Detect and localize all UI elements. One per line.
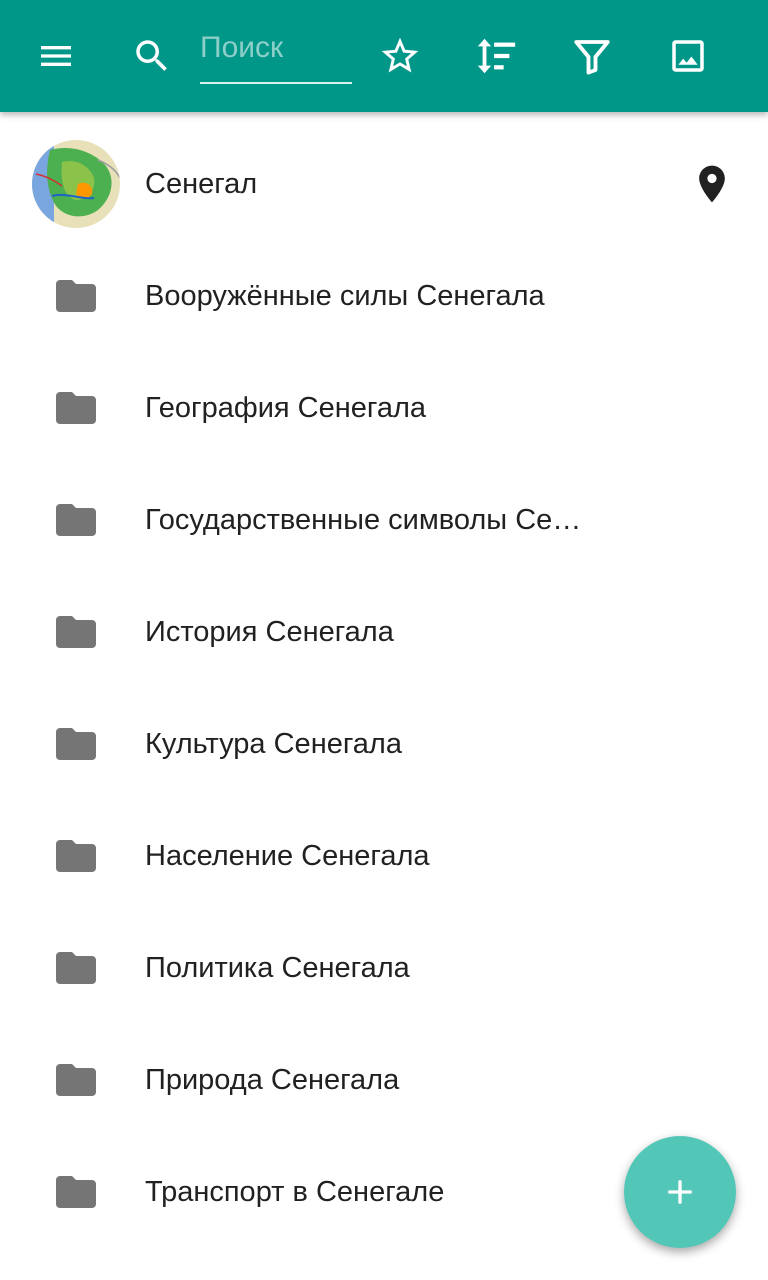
folder-icon bbox=[56, 952, 96, 984]
list-item-category[interactable]: Культура Сенегала bbox=[0, 688, 768, 800]
filter-icon bbox=[574, 40, 610, 75]
list-item-category[interactable]: География Сенегала bbox=[0, 352, 768, 464]
list-item-label: Транспорт в Сенегале bbox=[145, 1176, 445, 1208]
search-field[interactable] bbox=[200, 28, 352, 84]
folder-icon bbox=[56, 280, 96, 312]
list-item-label: География Сенегала bbox=[145, 392, 427, 424]
search-input[interactable] bbox=[200, 28, 352, 68]
folder-icon bbox=[56, 1176, 96, 1208]
list-item-category[interactable]: Вооружённые силы Сенегала bbox=[0, 240, 768, 352]
list-item-senegal[interactable]: Сенегал bbox=[0, 128, 768, 240]
list-item-label: Население Сенегала bbox=[145, 840, 430, 872]
add-button[interactable] bbox=[624, 1136, 736, 1248]
list-item-label: Вооружённые силы Сенегала bbox=[145, 280, 545, 312]
list-item-label: История Сенегала bbox=[145, 616, 394, 648]
list-item-label: Государственные символы Се… bbox=[145, 504, 582, 536]
list-item-label: Политика Сенегала bbox=[145, 952, 410, 984]
app-bar bbox=[0, 0, 768, 112]
location-button[interactable] bbox=[680, 152, 744, 216]
search-icon bbox=[136, 40, 167, 71]
list-item-category[interactable]: Население Сенегала bbox=[0, 800, 768, 912]
filter-button[interactable] bbox=[560, 24, 624, 88]
menu-icon bbox=[41, 46, 71, 66]
star-outline-icon bbox=[381, 37, 419, 73]
menu-button[interactable] bbox=[24, 24, 88, 88]
map-pin-icon bbox=[699, 165, 725, 203]
folder-icon bbox=[56, 728, 96, 760]
list-item-category[interactable]: Природа Сенегала bbox=[0, 1024, 768, 1136]
folder-icon bbox=[56, 392, 96, 424]
list-item-category[interactable]: Политика Сенегала bbox=[0, 912, 768, 1024]
list-item-category[interactable]: Государственные символы Се… bbox=[0, 464, 768, 576]
list-item-label: Сенегал bbox=[145, 168, 258, 200]
senegal-map-thumbnail bbox=[32, 140, 120, 228]
folder-icon bbox=[56, 504, 96, 536]
image-icon bbox=[672, 40, 704, 72]
sort-button[interactable] bbox=[464, 24, 528, 88]
image-button[interactable] bbox=[656, 24, 720, 88]
list-item-label: Природа Сенегала bbox=[145, 1064, 400, 1096]
folder-icon bbox=[56, 1064, 96, 1096]
list-item-label: Культура Сенегала bbox=[145, 728, 402, 760]
folder-icon bbox=[56, 840, 96, 872]
search-button[interactable] bbox=[120, 24, 184, 88]
sort-icon bbox=[477, 38, 516, 74]
list-item-category[interactable]: История Сенегала bbox=[0, 576, 768, 688]
thumbnail bbox=[32, 140, 120, 228]
category-list: Сенегал Вооружённые силы Сенегала Геогра… bbox=[0, 128, 768, 1248]
favorites-button[interactable] bbox=[368, 24, 432, 88]
folder-icon bbox=[56, 616, 96, 648]
add-icon bbox=[668, 1180, 692, 1204]
